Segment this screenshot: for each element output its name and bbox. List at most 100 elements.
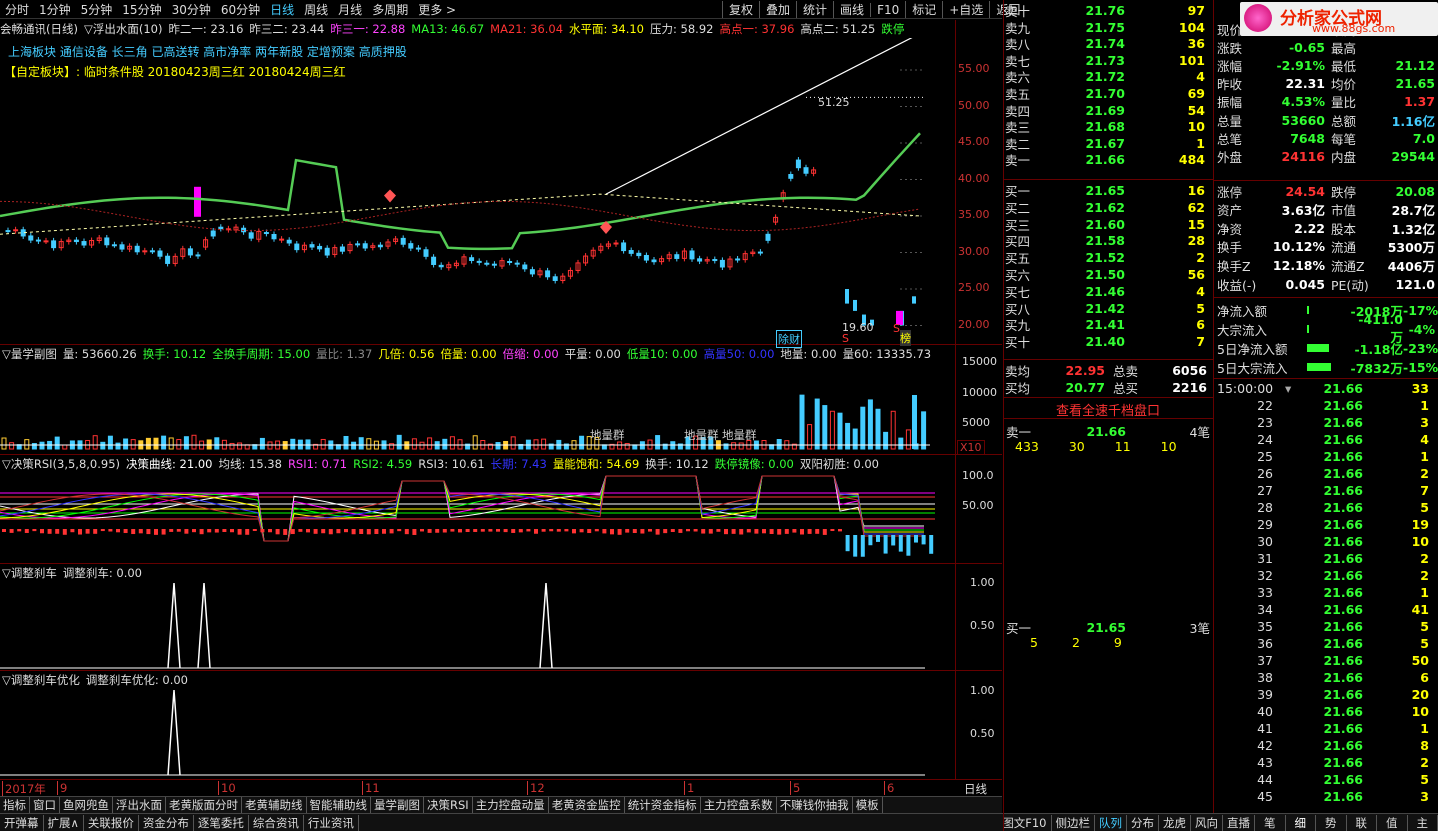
buy-level-1[interactable]: 买二 21.62 62 [1003, 199, 1213, 216]
flow-row-2: 5日净流入额 -1.18亿 -23% [1215, 339, 1438, 357]
volume-chart[interactable] [0, 361, 955, 453]
tool-tab-5[interactable]: 综合资讯 [249, 814, 304, 831]
buy-level-2[interactable]: 买三 21.60 15 [1003, 216, 1213, 233]
ind-tab-8[interactable]: 决策RSI [424, 797, 473, 813]
buy-level-9[interactable]: 买十 21.40 7 [1003, 333, 1213, 350]
stat-label-2: 流通 [1331, 240, 1357, 256]
flow-pct: -4% [1408, 321, 1435, 337]
period-7[interactable]: 周线 [299, 1, 333, 18]
sell-level-6[interactable]: 卖四 21.69 54 [1003, 102, 1213, 119]
stat-row-6: 总笔 7648 每笔 7.0 [1215, 129, 1437, 147]
toolbar-btn-3[interactable]: 画线 [833, 1, 870, 18]
flow-pct: -23% [1403, 340, 1438, 356]
sell-level-4[interactable]: 卖六 21.72 4 [1003, 68, 1213, 85]
tool-tab-3[interactable]: 资金分布 [139, 814, 194, 831]
period-1[interactable]: 1分钟 [34, 1, 76, 18]
buy-level-7[interactable]: 买八 21.42 5 [1003, 300, 1213, 317]
price-tick-6: 25.00 [958, 281, 990, 294]
brake-chart[interactable] [0, 580, 955, 670]
buy-level-volume: 2 [1196, 250, 1205, 266]
flow-bar [1307, 325, 1309, 333]
tick-row: 34 21.66 41 [1215, 601, 1437, 618]
buy-level-0[interactable]: 买一 21.65 16 [1003, 182, 1213, 199]
ind-tab-14[interactable]: 模板 [853, 797, 883, 813]
z1: 昨二一: 23.16 [168, 21, 244, 36]
indicator-name[interactable]: ▽浮出水面(10) [84, 21, 162, 37]
period-9[interactable]: 多周期 [367, 1, 413, 18]
brake-name[interactable]: ▽调整刹车 [2, 565, 57, 580]
period-2[interactable]: 5分钟 [76, 1, 118, 18]
ind-tab-6[interactable]: 智能辅助线 [307, 797, 371, 813]
ind-tab-2[interactable]: 鱼网兜鱼 [60, 797, 113, 813]
rsi-chart[interactable] [0, 471, 955, 563]
sell-level-volume: 4 [1196, 69, 1205, 85]
ind-tab-9[interactable]: 主力控盘动量 [473, 797, 549, 813]
toolbar-btn-5[interactable]: 标记 [905, 1, 942, 18]
toolbar-btn-1[interactable]: 叠加 [759, 1, 796, 18]
buy-level-volume: 7 [1196, 334, 1205, 350]
toolbar-btn-4[interactable]: F10 [870, 2, 905, 17]
buy-level-6[interactable]: 买七 21.46 4 [1003, 283, 1213, 300]
ind-tab-13[interactable]: 不赚钱你抽我 [777, 797, 853, 813]
brake2-name[interactable]: ▽调整刹车优化 [2, 672, 80, 687]
period-8[interactable]: 月线 [333, 1, 367, 18]
vol-val: 量: 53660.26 [62, 346, 137, 361]
ind-tab-0[interactable]: 指标 [0, 797, 30, 813]
buy-level-8[interactable]: 买九 21.41 6 [1003, 316, 1213, 333]
period-5[interactable]: 60分钟 [216, 1, 265, 18]
tool-tab-1[interactable]: 扩展∧ [44, 814, 84, 831]
period-4[interactable]: 30分钟 [167, 1, 216, 18]
period-label[interactable]: 日线 [964, 781, 987, 797]
buy-level-3[interactable]: 买四 21.58 28 [1003, 232, 1213, 249]
period-3[interactable]: 15分钟 [117, 1, 166, 18]
tick-volume: 3 [1420, 415, 1429, 430]
buy-level-5[interactable]: 买六 21.50 56 [1003, 266, 1213, 283]
tool-tab-4[interactable]: 逐笔委托 [194, 814, 249, 831]
sell-level-7[interactable]: 卖三 21.68 10 [1003, 118, 1213, 135]
ind-tab-3[interactable]: 浮出水面 [113, 797, 166, 813]
mark-chucai[interactable]: 除财 [776, 330, 802, 348]
ind-tab-10[interactable]: 老黄资金监控 [549, 797, 625, 813]
period-0[interactable]: 分时 [0, 1, 34, 18]
tool-tab-2[interactable]: 关联报价 [84, 814, 139, 831]
ind-tab-12[interactable]: 主力控盘系数 [701, 797, 777, 813]
tool-tab-0[interactable]: 开弹幕 [0, 814, 44, 831]
kline-chart[interactable] [0, 38, 1002, 344]
ind-tab-5[interactable]: 老黄辅助线 [242, 797, 307, 813]
period-6[interactable]: 日线 [265, 1, 299, 18]
toolbar-btn-6[interactable]: +自选 [942, 1, 989, 18]
vol-name[interactable]: ▽量学副图 [2, 346, 57, 361]
x10-label[interactable]: X10 [957, 440, 985, 455]
tick-time: 29 [1257, 517, 1273, 532]
sell-level-2[interactable]: 卖八 21.74 36 [1003, 35, 1213, 52]
vol-l60: 量60: 13335.73 [842, 346, 932, 361]
stat-value-2: 1.32亿 [1391, 221, 1435, 237]
full-depth-button[interactable]: 查看全速千档盘口 [1003, 400, 1213, 419]
period-10[interactable]: 更多 > [413, 1, 461, 18]
tool-tab-6[interactable]: 行业资讯 [304, 814, 359, 831]
sell-level-3[interactable]: 卖七 21.73 101 [1003, 52, 1213, 69]
buy-level-4[interactable]: 买五 21.52 2 [1003, 249, 1213, 266]
tick-sort-icon[interactable]: ▾ [1285, 381, 1295, 396]
ind-tab-11[interactable]: 统计资金指标 [625, 797, 701, 813]
tick-price: 21.66 [1323, 721, 1363, 736]
buy-level-price: 21.62 [1085, 199, 1125, 215]
sell-level-1[interactable]: 卖九 21.75 104 [1003, 19, 1213, 36]
brake2-chart[interactable] [0, 687, 955, 779]
rsi-name[interactable]: ▽决策RSI(3,5,8,0.95) [2, 456, 120, 471]
tick-row: 41 21.66 1 [1215, 720, 1437, 737]
stock-title[interactable]: 会畅通讯(日线) [0, 21, 78, 37]
vol-dl: 低量10: 0.00 [626, 346, 698, 361]
sell-level-8[interactable]: 卖二 21.67 1 [1003, 135, 1213, 152]
tick-price: 21.66 [1323, 500, 1363, 515]
stat-row-4: 振幅 4.53% 量比 1.37 [1215, 93, 1437, 111]
ind-tab-1[interactable]: 窗口 [30, 797, 60, 813]
ind-tab-7[interactable]: 量学副图 [371, 797, 424, 813]
sell-level-5[interactable]: 卖五 21.70 69 [1003, 85, 1213, 102]
toolbar-btn-0[interactable]: 复权 [722, 1, 759, 18]
toolbar-btn-2[interactable]: 统计 [796, 1, 833, 18]
ind-tab-4[interactable]: 老黄版面分时 [166, 797, 242, 813]
sell-level-0[interactable]: 卖十 21.76 97 [1003, 2, 1213, 19]
limit-tag: 跌停 [881, 21, 905, 36]
sell-level-9[interactable]: 卖一 21.66 484 [1003, 151, 1213, 168]
